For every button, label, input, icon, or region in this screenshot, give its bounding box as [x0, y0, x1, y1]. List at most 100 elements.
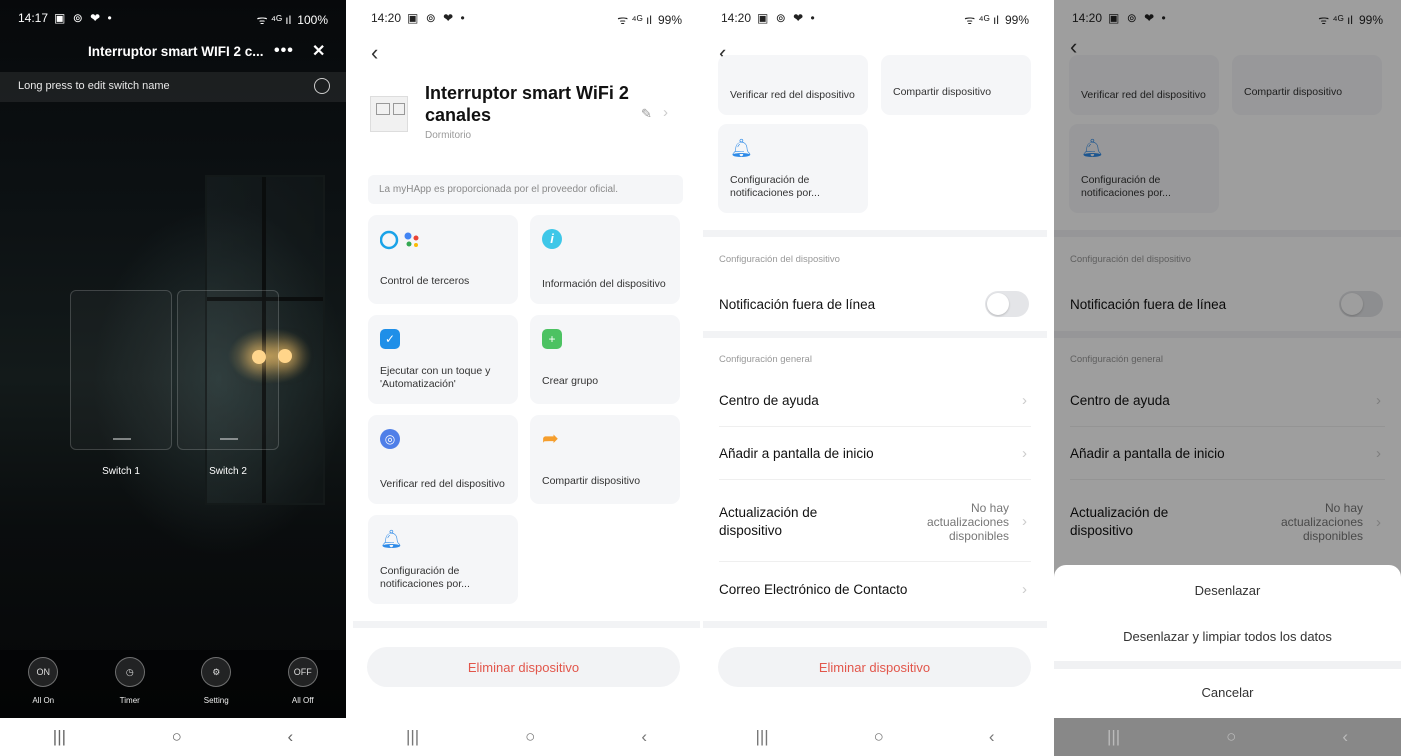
recent-apps-button[interactable]: |||: [755, 727, 768, 747]
control-label: All On: [32, 696, 55, 705]
remove-device-dialog-screen: 14:20 ▣ ⊚ ❤ • ᯤ ⁴ᴳ ıl 99% ‹ Verificar re…: [1054, 0, 1401, 756]
home-button[interactable]: ○: [874, 727, 884, 747]
share-device-tile[interactable]: Compartir dispositivo: [881, 55, 1031, 115]
offline-notification-toggle[interactable]: [985, 291, 1029, 317]
signal-icon: ᯤ ⁴ᴳ ıl: [256, 13, 292, 27]
row-label: Centro de ayuda: [719, 393, 819, 408]
contact-email-row[interactable]: Correo Electrónico de Contacto ›: [719, 563, 1031, 615]
share-arrow-icon: ➦: [542, 428, 559, 450]
more-options-icon[interactable]: •••: [274, 42, 294, 60]
control-label: All Off: [291, 696, 314, 705]
control-label: Setting: [203, 696, 229, 705]
unlink-button[interactable]: Desenlazar: [1054, 567, 1401, 613]
signal-icon: ᯤ ⁴ᴳ ıl: [617, 13, 652, 27]
all-on-button[interactable]: ON All On: [13, 650, 73, 718]
tile-label: Configuración de notificaciones por...: [380, 565, 470, 590]
switch-2-button[interactable]: [177, 290, 279, 450]
chevron-right-icon[interactable]: ›: [663, 104, 668, 121]
bell-icon: 🔔︎: [380, 529, 403, 549]
unlink-and-wipe-button[interactable]: Desenlazar y limpiar todos los datos: [1054, 613, 1401, 659]
tile-label: Información del dispositivo: [542, 278, 666, 290]
status-time: 14:17: [18, 11, 49, 25]
home-button[interactable]: ○: [172, 727, 182, 747]
tile-label: Ejecutar con un toque y 'Automatización': [380, 365, 491, 390]
tile-label: Verificar red del dispositivo: [730, 89, 855, 101]
setting-button[interactable]: ⚙ Setting: [186, 650, 246, 718]
group-add-icon: +: [542, 329, 562, 349]
device-thumbnail: [370, 96, 408, 132]
edit-name-icon[interactable]: ✎: [641, 106, 652, 122]
network-check-tile[interactable]: Verificar red del dispositivo: [718, 55, 868, 115]
control-label: Timer: [119, 696, 140, 705]
share-device-tile[interactable]: ➦ Compartir dispositivo: [530, 415, 680, 504]
switch-indicator: [220, 438, 238, 440]
section-divider: [353, 621, 700, 628]
tile-label: Compartir dispositivo: [542, 475, 641, 487]
timer-icon: ◷: [114, 657, 145, 687]
close-icon[interactable]: ✕: [312, 41, 325, 61]
back-nav-button[interactable]: ‹: [641, 727, 647, 747]
edit-name-hint: Long press to edit switch name: [0, 72, 346, 102]
tile-label: Configuración de notificaciones por...: [730, 174, 820, 199]
recent-apps-button[interactable]: |||: [1107, 727, 1120, 747]
back-arrow-icon[interactable]: ‹: [371, 40, 378, 66]
back-nav-button[interactable]: ‹: [989, 727, 995, 747]
timer-button[interactable]: ◷ Timer: [100, 650, 160, 718]
all-off-button[interactable]: OFF All Off: [273, 650, 333, 718]
create-group-tile[interactable]: + Crear grupo: [530, 315, 680, 404]
hint-text: Long press to edit switch name: [18, 80, 170, 92]
section-divider: [703, 331, 1047, 338]
settings-icon[interactable]: [314, 78, 330, 94]
tap-to-run-tile[interactable]: ✓ Ejecutar con un toque y 'Automatizació…: [368, 315, 518, 404]
switch-1-label: Switch 1: [102, 466, 140, 477]
chevron-right-icon: ›: [1022, 513, 1027, 530]
general-settings-header: Configuración general: [719, 354, 812, 365]
device-update-row[interactable]: Actualización de dispositivo No hay actu…: [719, 482, 1031, 562]
provider-notice: La myHApp es proporcionada por el provee…: [368, 175, 683, 204]
status-time: 14:20: [721, 11, 752, 25]
recent-apps-button[interactable]: |||: [53, 727, 66, 747]
tile-label: Compartir dispositivo: [893, 86, 992, 98]
power-on-icon: ON: [28, 657, 59, 687]
tile-label: Control de terceros: [380, 275, 470, 287]
chevron-right-icon: ›: [1022, 445, 1027, 462]
device-info-tile[interactable]: i Información del dispositivo: [530, 215, 680, 304]
home-button[interactable]: ○: [1226, 727, 1236, 747]
help-center-row[interactable]: Centro de ayuda ›: [719, 375, 1031, 427]
notification-icons: ▣ ⊚ ❤ •: [407, 11, 467, 25]
power-off-icon: OFF: [287, 657, 318, 687]
third-party-control-tile[interactable]: Control de terceros: [368, 215, 518, 304]
network-check-tile[interactable]: ◎ Verificar red del dispositivo: [368, 415, 518, 504]
info-icon: i: [542, 229, 562, 249]
offline-notification-row: Notificación fuera de línea: [719, 278, 1031, 330]
switch-1-button[interactable]: [70, 290, 172, 450]
back-nav-button[interactable]: ‹: [288, 727, 294, 747]
notification-settings-tile[interactable]: 🔔︎ Configuración de notificaciones por..…: [368, 515, 518, 604]
device-title: Interruptor smart WIFI 2 c...: [88, 43, 264, 59]
recent-apps-button[interactable]: |||: [406, 727, 419, 747]
chevron-right-icon: ›: [1022, 580, 1027, 598]
system-nav-bar: ||| ○ ‹: [1054, 718, 1401, 756]
status-time: 14:20: [371, 11, 402, 25]
alexa-google-icon: [379, 229, 438, 250]
notification-settings-tile[interactable]: 🔔︎ Configuración de notificaciones por..…: [718, 124, 868, 213]
back-nav-button[interactable]: ‹: [1342, 727, 1348, 747]
status-bar: 14:17 ▣ ⊚ ❤ • ᯤ ⁴ᴳ ıl 100%: [0, 0, 346, 38]
add-to-home-row[interactable]: Añadir a pantalla de inicio ›: [719, 428, 1031, 480]
remove-options-sheet: Desenlazar Desenlazar y limpiar todos lo…: [1054, 565, 1401, 718]
delete-device-button[interactable]: Eliminar dispositivo: [367, 647, 680, 687]
delete-device-button[interactable]: Eliminar dispositivo: [718, 647, 1031, 687]
battery-level: 100%: [297, 12, 328, 27]
device-name: Interruptor smart WiFi 2 canales: [425, 83, 629, 125]
switch-2-label: Switch 2: [209, 466, 247, 477]
home-button[interactable]: ○: [525, 727, 535, 747]
battery-level: 99%: [657, 12, 682, 27]
row-label: Notificación fuera de línea: [719, 296, 876, 312]
bell-icon: 🔔︎: [730, 138, 753, 158]
notification-icons: ▣ ⊚ ❤ •: [54, 11, 114, 25]
status-bar: 14:20 ▣ ⊚ ❤ • ᯤ ⁴ᴳ ıl 99%: [353, 0, 700, 38]
gear-icon: ⚙: [201, 657, 232, 687]
device-settings-header: Configuración del dispositivo: [719, 254, 840, 265]
cancel-button[interactable]: Cancelar: [1054, 669, 1401, 715]
check-shield-icon: ✓: [380, 329, 400, 349]
